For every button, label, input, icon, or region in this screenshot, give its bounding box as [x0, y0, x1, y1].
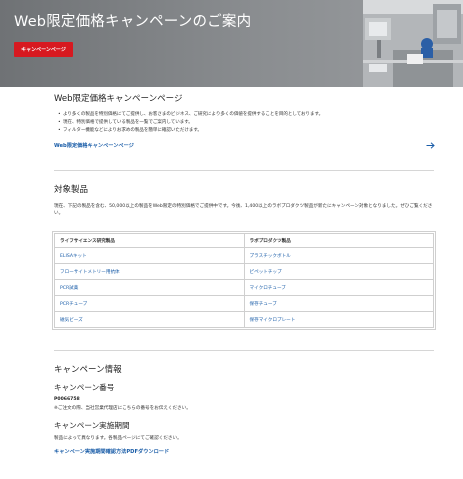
- product-link[interactable]: 保存チューブ: [243, 295, 434, 312]
- product-link[interactable]: PCRチューブ: [54, 295, 245, 312]
- campaign-number-value: P0066758: [54, 397, 80, 402]
- campaign-page-link[interactable]: Web限定価格キャンペーンページ: [54, 142, 134, 149]
- product-link[interactable]: マイクロチューブ: [243, 279, 434, 296]
- table-row: PCR試薬 マイクロチューブ: [54, 279, 434, 296]
- table-row: フローサイトメトリー用抗体 ピペットチップ: [54, 263, 434, 280]
- campaign-period-note: 製品によって異なります。各製品ページにてご確認ください。: [54, 436, 182, 441]
- product-link[interactable]: ピペットチップ: [243, 263, 434, 280]
- campaign-bullet-list: より多くの製品を特別価格にてご提供し、お客さまのビジネス、ご研究により多くの価値…: [58, 111, 428, 135]
- campaign-period-heading: キャンペーン実施期間: [54, 421, 130, 430]
- bullet-item: 現在、特別価格で提供している製品を一覧でご案内しています。: [58, 119, 428, 127]
- product-table: ライフサイエンス研究製品 ラボプロダクツ製品 ELISAキット プラスチックボト…: [54, 233, 434, 328]
- product-link[interactable]: PCR試薬: [54, 279, 245, 296]
- products-heading: 対象製品: [54, 185, 89, 195]
- bullet-item: より多くの製品を特別価格にてご提供し、お客さまのビジネス、ご研究により多くの価値…: [58, 111, 428, 119]
- table-row: PCRチューブ 保存チューブ: [54, 295, 434, 312]
- section-divider: [54, 350, 434, 351]
- hero-title: Web限定価格キャンペーンのご案内: [14, 14, 252, 30]
- campaign-info-heading: キャンペーン情報: [54, 365, 122, 375]
- campaign-page-heading: Web限定価格キャンペーンページ: [54, 94, 183, 104]
- products-description: 現在、下記の製品を含む、50,000以上の製品をWeb限定の特別価格でご提供中で…: [54, 204, 433, 216]
- column-header-life-science: ライフサイエンス研究製品: [54, 233, 245, 248]
- campaign-page-button[interactable]: キャンペーンページ: [14, 42, 73, 57]
- product-link[interactable]: フローサイトメトリー用抗体: [54, 263, 245, 280]
- lab-photo: [363, 0, 463, 87]
- product-link[interactable]: プラスチックボトル: [243, 247, 434, 264]
- table-header-row: ライフサイエンス研究製品 ラボプロダクツ製品: [54, 233, 434, 248]
- product-link[interactable]: 保存マイクロプレート: [243, 311, 434, 328]
- table-row: 磁気ビーズ 保存マイクロプレート: [54, 311, 434, 328]
- product-link[interactable]: ELISAキット: [54, 247, 245, 264]
- bullet-item: フィルター機能などによりお求めの製品を簡単に確認いただけます。: [58, 127, 428, 135]
- campaign-number-heading: キャンペーン番号: [54, 383, 115, 392]
- arrow-right-icon[interactable]: [426, 142, 435, 149]
- product-link[interactable]: 磁気ビーズ: [54, 311, 245, 328]
- column-header-lab-products: ラボプロダクツ製品: [243, 233, 434, 248]
- campaign-period-pdf-download-link[interactable]: キャンペーン実施期間確認方法PDFダウンロード: [54, 448, 169, 455]
- table-row: ELISAキット プラスチックボトル: [54, 247, 434, 264]
- campaign-number-note: ※ご注文の際、当社営業代理店にこちらの番号をお伝えください。: [54, 406, 191, 411]
- section-divider: [54, 170, 434, 171]
- hero-banner: Web限定価格キャンペーンのご案内 キャンペーンページ: [0, 0, 463, 87]
